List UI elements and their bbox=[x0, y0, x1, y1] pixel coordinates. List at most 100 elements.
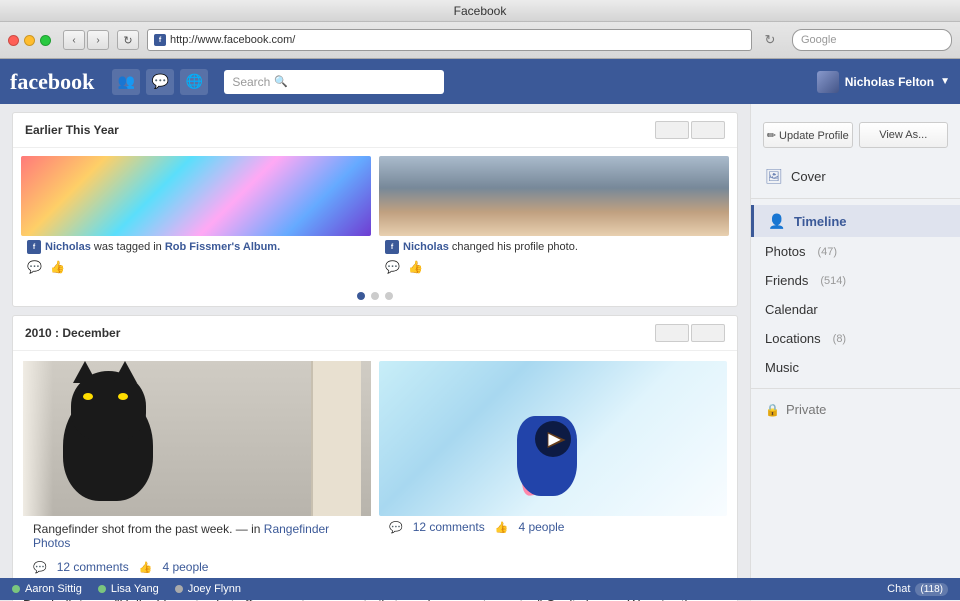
avatar bbox=[817, 71, 839, 93]
post-card-tagged: f Nicholas was tagged in Rob Fissmer's A… bbox=[21, 156, 371, 278]
forward-button[interactable]: › bbox=[87, 30, 109, 50]
sidebar-divider-1 bbox=[751, 198, 960, 199]
content-area: Earlier This Year f Nicholas bbox=[0, 104, 750, 601]
post-user-link-2[interactable]: Nicholas bbox=[403, 241, 449, 253]
joey-name: Joey Flynn bbox=[188, 583, 241, 595]
chat-bar: Aaron Sittig Lisa Yang Joey Flynn Chat (… bbox=[0, 578, 960, 600]
section-hide-button[interactable] bbox=[655, 121, 689, 139]
url-text: http://www.facebook.com/ bbox=[170, 34, 295, 46]
sidebar-item-photos[interactable]: Photos (47) bbox=[751, 237, 960, 266]
play-button[interactable]: ▶ bbox=[535, 421, 571, 457]
december-hide-button[interactable] bbox=[655, 324, 689, 342]
like-icon-2[interactable]: 👍 bbox=[408, 260, 423, 274]
sidebar-item-music[interactable]: Music bbox=[751, 353, 960, 382]
refresh-button[interactable]: ↻ bbox=[117, 30, 139, 50]
browser-chrome: Facebook ‹ › ↻ f http://www.facebook.com… bbox=[0, 0, 960, 59]
url-bar[interactable]: f http://www.facebook.com/ bbox=[147, 29, 752, 51]
cat-photo-post: Rangefinder shot from the past week. — i… bbox=[23, 361, 371, 578]
chat-user-aaron[interactable]: Aaron Sittig bbox=[12, 583, 82, 595]
sidebar-item-timeline[interactable]: 👤 Timeline bbox=[751, 205, 960, 237]
user-menu[interactable]: Nicholas Felton ▼ bbox=[817, 71, 950, 93]
chat-label: Chat bbox=[887, 583, 910, 595]
sidebar-item-locations[interactable]: Locations (8) bbox=[751, 324, 960, 353]
cat-comment-count[interactable]: 12 comments bbox=[57, 560, 129, 574]
sidebar-action-buttons: ✏ Update Profile View As... bbox=[751, 114, 960, 156]
cover-label: Cover bbox=[791, 169, 826, 184]
section-more-button[interactable] bbox=[691, 121, 725, 139]
like-icon-video: 👍 bbox=[495, 521, 509, 534]
cover-icon: 🖼 bbox=[765, 167, 783, 185]
chat-button[interactable]: Chat (118) bbox=[887, 583, 948, 596]
browser-search-input[interactable]: Google bbox=[792, 29, 952, 51]
reload-icon[interactable]: ↻ bbox=[760, 30, 780, 50]
minimize-button[interactable] bbox=[24, 35, 35, 46]
like-icon-1[interactable]: 👍 bbox=[50, 260, 65, 274]
aaron-online-indicator bbox=[12, 585, 20, 593]
post-meta-text-1: Nicholas was tagged in Rob Fissmer's Alb… bbox=[45, 241, 280, 253]
facebook-logo[interactable]: facebook bbox=[10, 69, 94, 95]
sidebar-cover-section: 🖼 Cover bbox=[751, 160, 960, 192]
chat-user-lisa[interactable]: Lisa Yang bbox=[98, 583, 159, 595]
calendar-label: Calendar bbox=[765, 302, 818, 317]
section-header: Earlier This Year bbox=[13, 113, 737, 148]
video-comment-count[interactable]: 12 comments bbox=[413, 520, 485, 534]
update-profile-button[interactable]: ✏ Update Profile bbox=[763, 122, 853, 148]
post-meta-1: f Nicholas was tagged in Rob Fissmer's A… bbox=[21, 236, 371, 258]
dot-2[interactable] bbox=[371, 292, 379, 300]
post-user-link-1[interactable]: Nicholas bbox=[45, 241, 91, 253]
video-post-footer: 💬 12 comments 👍 4 people bbox=[379, 516, 727, 538]
locations-label: Locations bbox=[765, 331, 821, 346]
username-label: Nicholas Felton bbox=[845, 75, 934, 89]
back-button[interactable]: ‹ bbox=[63, 30, 85, 50]
tagged-album-link[interactable]: Rob Fissmer's Album. bbox=[165, 241, 280, 253]
friends-nav-icon[interactable]: 👥 bbox=[112, 69, 140, 95]
post-avatar-1: f bbox=[27, 240, 41, 254]
december-section-title: 2010 : December bbox=[25, 326, 120, 340]
facebook-search-input[interactable]: Search 🔍 bbox=[224, 70, 444, 94]
video-people-count[interactable]: 4 people bbox=[518, 520, 564, 534]
joey-offline-indicator bbox=[175, 585, 183, 593]
photos-count: (47) bbox=[817, 246, 837, 258]
december-more-button[interactable] bbox=[691, 324, 725, 342]
sidebar-item-calendar[interactable]: Calendar bbox=[751, 295, 960, 324]
video-thumbnail[interactable]: ▶ bbox=[379, 361, 727, 516]
cat-eye-left bbox=[83, 393, 93, 400]
search-icon: 🔍 bbox=[274, 75, 288, 88]
facebook-search-placeholder: Search bbox=[232, 75, 270, 89]
comment-icon-video: 💬 bbox=[389, 521, 403, 534]
friends-label: Friends bbox=[765, 273, 808, 288]
earlier-posts-row: f Nicholas was tagged in Rob Fissmer's A… bbox=[13, 148, 737, 286]
chat-user-joey[interactable]: Joey Flynn bbox=[175, 583, 241, 595]
sidebar-private-section: 🔒 Private bbox=[751, 395, 960, 424]
cat-eye-right bbox=[118, 393, 128, 400]
messages-nav-icon[interactable]: 💬 bbox=[146, 69, 174, 95]
view-as-button[interactable]: View As... bbox=[859, 122, 949, 148]
tagged-post-image bbox=[21, 156, 371, 236]
post-meta-2: f Nicholas changed his profile photo. bbox=[379, 236, 729, 258]
facebook-header: facebook 👥 💬 🌐 Search 🔍 Nicholas Felton … bbox=[0, 59, 960, 104]
big-posts-area: Rangefinder shot from the past week. — i… bbox=[13, 351, 737, 584]
cat-photo bbox=[23, 361, 371, 516]
profile-photo-image bbox=[379, 156, 729, 236]
close-button[interactable] bbox=[8, 35, 19, 46]
browser-search-placeholder: Google bbox=[801, 34, 836, 46]
section-header-buttons bbox=[655, 121, 725, 139]
notifications-nav-icon[interactable]: 🌐 bbox=[180, 69, 208, 95]
sidebar-item-cover[interactable]: 🖼 Cover bbox=[751, 160, 960, 192]
dot-1[interactable] bbox=[357, 292, 365, 300]
main-layout: Earlier This Year f Nicholas bbox=[0, 104, 960, 601]
maximize-button[interactable] bbox=[40, 35, 51, 46]
friends-count: (514) bbox=[820, 275, 846, 287]
post-action-2: changed his profile photo. bbox=[452, 241, 578, 253]
dot-3[interactable] bbox=[385, 292, 393, 300]
post-actions-1: 💬 👍 bbox=[21, 258, 371, 278]
view-as-label: View As... bbox=[879, 129, 927, 141]
play-icon: ▶ bbox=[548, 429, 560, 449]
traffic-lights bbox=[8, 35, 51, 46]
browser-titlebar: Facebook bbox=[0, 0, 960, 22]
sidebar-item-friends[interactable]: Friends (514) bbox=[751, 266, 960, 295]
timeline-icon: 👤 bbox=[768, 212, 786, 230]
cat-people-count[interactable]: 4 people bbox=[162, 560, 208, 574]
right-sidebar: ✏ Update Profile View As... 🖼 Cover 👤 Ti… bbox=[750, 104, 960, 601]
chat-count: (118) bbox=[915, 583, 948, 596]
